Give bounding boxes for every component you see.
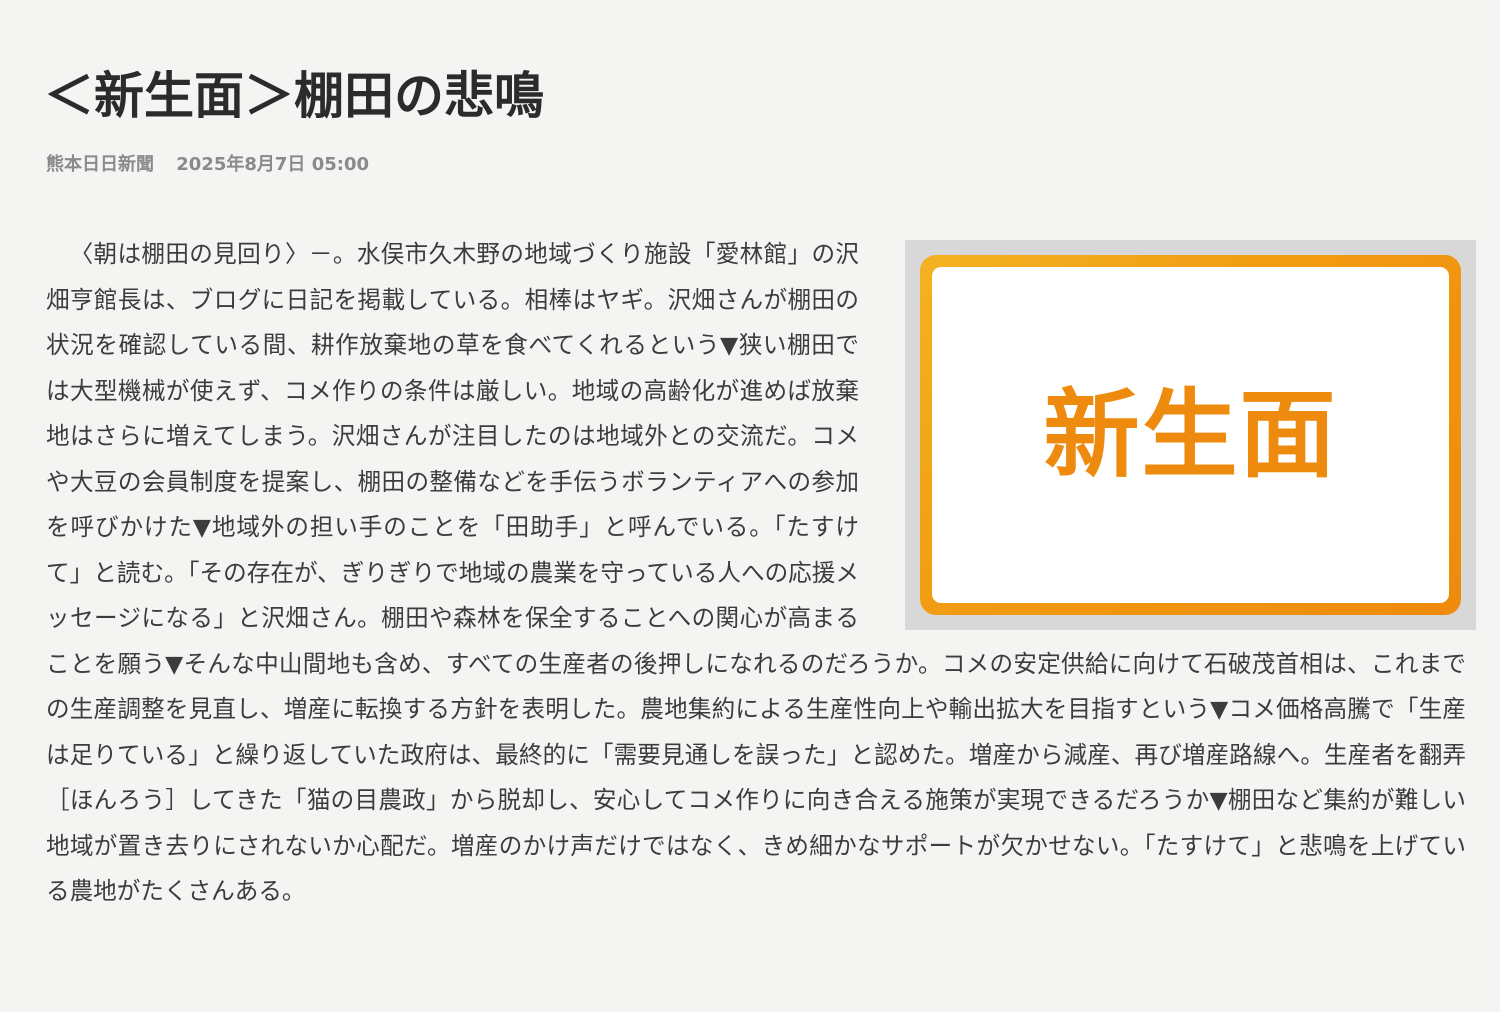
article-source: 熊本日日新聞 [46,154,154,175]
column-badge-label: 新生面 [1043,379,1338,491]
article-date: 2025年8月7日 05:00 [176,154,369,175]
column-badge: 新生面 [920,255,1461,615]
article-image: 新生面 [905,240,1476,630]
article-meta: 熊本日日新聞 2025年8月7日 05:00 [46,152,369,178]
article-page: ＜新生面＞棚田の悲鳴 熊本日日新聞 2025年8月7日 05:00 新生面 〈朝… [0,0,1500,1012]
article-headline: ＜新生面＞棚田の悲鳴 [44,67,544,125]
column-badge-inner: 新生面 [932,267,1449,603]
article-body: 新生面 〈朝は棚田の見回り〉－。水俣市久木野の地域づくり施設「愛林館」の沢畑亨館… [46,232,1476,915]
